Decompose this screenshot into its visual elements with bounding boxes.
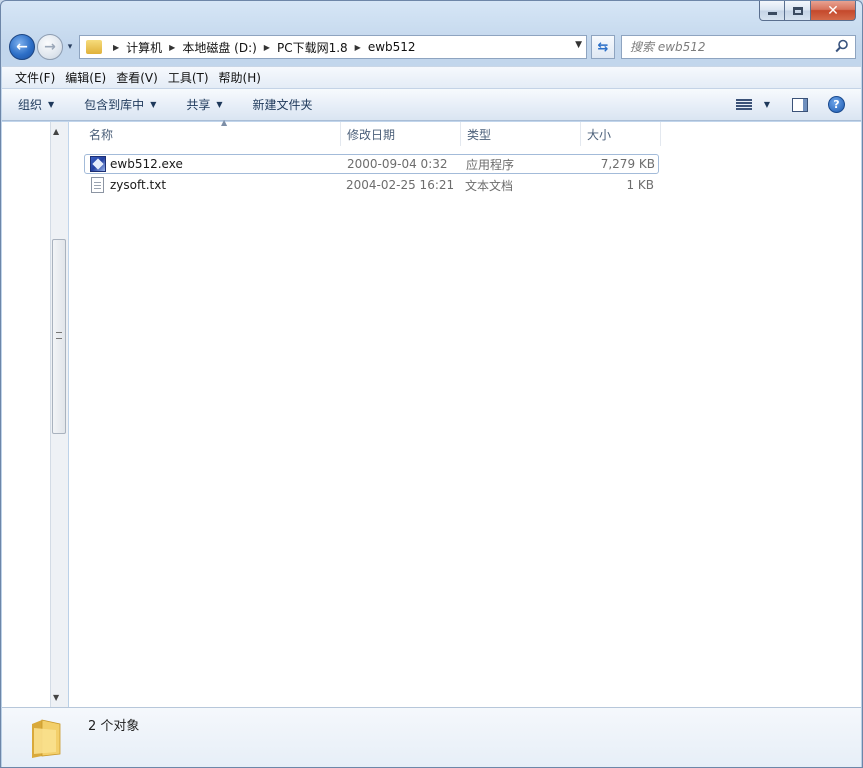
include-in-library-button[interactable]: 包含到库中 ▼ xyxy=(84,96,156,113)
menu-bar: 文件(F) 编辑(E) 查看(V) 工具(T) 帮助(H) xyxy=(2,66,861,88)
close-icon: ✕ xyxy=(827,2,839,19)
refresh-icon: ⇆ xyxy=(597,39,609,55)
column-header-name-label: 名称 xyxy=(89,127,114,142)
search-icon[interactable] xyxy=(835,39,849,53)
maximize-button[interactable] xyxy=(785,1,811,21)
share-button[interactable]: 共享 ▼ xyxy=(186,96,222,113)
scroll-up-icon[interactable]: ▲ xyxy=(53,127,59,136)
file-type: 应用程序 xyxy=(466,157,515,172)
column-header-size-label: 大小 xyxy=(587,127,612,142)
recent-pages-button[interactable]: ▾ xyxy=(63,42,77,52)
chevron-down-icon: ▾ xyxy=(67,42,73,52)
breadcrumb-ewb512[interactable]: ewb512 xyxy=(368,40,416,54)
menu-view[interactable]: 查看(V) xyxy=(111,69,163,86)
header-spacer xyxy=(69,122,83,146)
close-button[interactable]: ✕ xyxy=(811,1,856,21)
item-count: 2 个对象 xyxy=(88,719,140,734)
back-arrow-icon: ← xyxy=(16,39,28,55)
address-bar[interactable]: ▶ 计算机 ▶ 本地磁盘 (D:) ▶ PC下载网1.8 ▶ ewb512 ▼ xyxy=(79,35,587,59)
forward-button[interactable]: → xyxy=(37,34,63,60)
chevron-down-icon: ▼ xyxy=(48,100,55,109)
view-options-icon[interactable] xyxy=(735,98,752,111)
new-folder-label: 新建文件夹 xyxy=(252,98,313,112)
include-in-library-label: 包含到库中 xyxy=(84,98,145,112)
caption-buttons: ✕ xyxy=(759,1,856,21)
chevron-down-icon: ▼ xyxy=(150,100,157,109)
navigation-pane[interactable] xyxy=(2,122,52,707)
file-name-cell: ewb512.exe xyxy=(85,156,343,172)
grip-icon xyxy=(56,332,62,339)
file-type: 文本文档 xyxy=(465,178,514,193)
minimize-icon xyxy=(767,12,777,15)
file-modified: 2000-09-04 0:32 xyxy=(347,157,448,171)
command-bar: 组织 ▼ 包含到库中 ▼ 共享 ▼ 新建文件夹 ▼ ? xyxy=(2,88,861,121)
navigation-bar: ← → ▾ ▶ 计算机 ▶ 本地磁盘 (D:) ▶ PC下载网1.8 ▶ ewb… xyxy=(9,33,856,61)
exe-icon xyxy=(90,156,106,172)
breadcrumb-local-disk[interactable]: 本地磁盘 (D:) xyxy=(182,39,256,56)
column-header-size[interactable]: 大小 xyxy=(581,122,661,146)
help-icon[interactable]: ? xyxy=(828,96,845,113)
preview-pane-icon[interactable] xyxy=(792,97,808,112)
file-name: ewb512.exe xyxy=(110,157,183,171)
share-label: 共享 xyxy=(186,98,211,112)
text-file-icon xyxy=(91,177,104,193)
column-header-modified[interactable]: 修改日期 xyxy=(341,122,461,146)
breadcrumb-separator-icon[interactable]: ▶ xyxy=(169,43,175,52)
file-list[interactable]: 名称 ▲ 修改日期 类型 大小 ewb512.exe 2000-09-04 0:… xyxy=(69,118,861,707)
explorer-window: ✕ ← → ▾ ▶ 计算机 ▶ 本地磁盘 (D:) ▶ PC下载网1.8 ▶ e… xyxy=(0,0,863,768)
maximize-icon xyxy=(792,6,803,15)
column-header-type-label: 类型 xyxy=(467,127,492,142)
details-pane: 2 个对象 xyxy=(2,707,861,767)
breadcrumb-computer[interactable]: 计算机 xyxy=(126,39,162,56)
breadcrumb-separator-icon[interactable]: ▶ xyxy=(264,43,270,52)
column-header-type[interactable]: 类型 xyxy=(461,122,581,146)
column-header-name[interactable]: 名称 ▲ xyxy=(83,118,341,146)
scrollbar-thumb[interactable] xyxy=(52,239,66,434)
menu-tools[interactable]: 工具(T) xyxy=(163,69,214,86)
organize-label: 组织 xyxy=(18,98,43,112)
minimize-button[interactable] xyxy=(759,1,785,21)
column-header-row: 名称 ▲ 修改日期 类型 大小 xyxy=(69,118,661,146)
file-name-cell: zysoft.txt xyxy=(84,177,342,193)
new-folder-button[interactable]: 新建文件夹 xyxy=(253,96,313,113)
menu-help[interactable]: 帮助(H) xyxy=(214,69,266,86)
breadcrumb-separator-icon[interactable]: ▶ xyxy=(355,43,361,52)
address-dropdown-icon[interactable]: ▼ xyxy=(575,40,582,50)
organize-button[interactable]: 组织 ▼ xyxy=(18,96,54,113)
forward-arrow-icon: → xyxy=(44,39,56,55)
menu-edit[interactable]: 编辑(E) xyxy=(60,69,111,86)
menu-file[interactable]: 文件(F) xyxy=(10,69,60,86)
search-input[interactable] xyxy=(630,40,830,54)
command-bar-right: ▼ ? xyxy=(735,89,861,120)
file-name: zysoft.txt xyxy=(110,178,167,192)
chevron-down-icon[interactable]: ▼ xyxy=(764,100,770,109)
breadcrumb-pc-download[interactable]: PC下载网1.8 xyxy=(277,39,348,56)
chevron-down-icon: ▼ xyxy=(216,100,223,109)
file-modified: 2004-02-25 16:21 xyxy=(346,178,455,192)
back-button[interactable]: ← xyxy=(9,34,35,60)
file-row[interactable]: ewb512.exe 2000-09-04 0:32 应用程序 7,279 KB xyxy=(84,154,659,174)
folder-icon xyxy=(86,40,102,54)
scroll-down-icon[interactable]: ▼ xyxy=(53,693,59,702)
file-row[interactable]: zysoft.txt 2004-02-25 16:21 文本文档 1 KB xyxy=(84,175,659,195)
folder-icon xyxy=(32,719,61,758)
sort-ascending-icon: ▲ xyxy=(221,118,228,127)
column-header-modified-label: 修改日期 xyxy=(347,127,396,142)
search-box[interactable] xyxy=(621,35,856,59)
refresh-button[interactable]: ⇆ xyxy=(591,35,615,59)
file-size: 1 KB xyxy=(626,178,654,192)
file-size: 7,279 KB xyxy=(600,157,655,171)
breadcrumb-separator-icon[interactable]: ▶ xyxy=(113,43,119,52)
